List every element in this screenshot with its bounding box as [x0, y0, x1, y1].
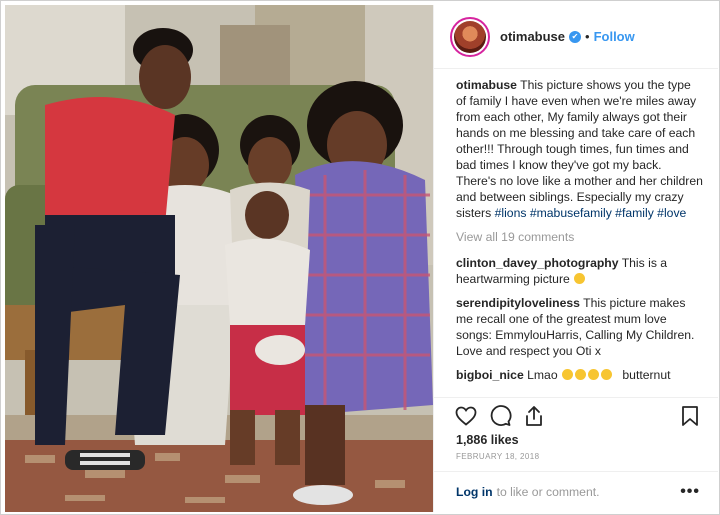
bookmark-icon[interactable] — [678, 404, 702, 428]
share-icon[interactable] — [522, 404, 546, 428]
avatar-image — [454, 20, 486, 53]
caption: otimabuse This picture shows you the typ… — [456, 77, 704, 221]
view-all-comments-link[interactable]: View all 19 comments — [456, 229, 704, 245]
caption-text: This picture shows you the type of famil… — [456, 78, 703, 220]
verified-badge-icon: ✔ — [569, 30, 582, 43]
login-footer: Log in to like or comment. ••• — [434, 471, 718, 512]
post-sidebar: otimabuse ✔ • Follow otimabuse This pict… — [433, 5, 718, 512]
heart-icon[interactable] — [454, 404, 478, 428]
likes-count[interactable]: 1,886 likes — [456, 433, 519, 447]
laugh-emoji-icon — [562, 369, 573, 380]
comment-username[interactable]: clinton_davey_photography — [456, 256, 619, 270]
comment-item: serendipityloveliness This picture makes… — [456, 295, 704, 359]
caption-hashtags[interactable]: #lions #mabusefamily #family #love — [495, 206, 687, 220]
laugh-emoji-icon — [575, 369, 586, 380]
header-separator: • — [585, 29, 590, 44]
family-photo-image — [5, 5, 433, 512]
post-photo[interactable] — [5, 5, 433, 512]
header-username[interactable]: otimabuse — [500, 29, 565, 44]
comment-username[interactable]: bigboi_nice — [456, 368, 524, 382]
comment-item: clinton_davey_photography This is a hear… — [456, 255, 704, 287]
action-bar — [434, 397, 718, 433]
comment-text-trail: butternut — [622, 368, 671, 382]
laugh-emoji-icon — [588, 369, 599, 380]
avatar[interactable] — [450, 16, 490, 57]
laugh-emoji-icon — [601, 369, 612, 380]
comment-item: bigboi_nice Lmao butternut — [456, 367, 704, 383]
more-options-icon[interactable]: ••• — [680, 483, 700, 501]
comments-list[interactable]: otimabuse This picture shows you the typ… — [434, 77, 718, 395]
post-header: otimabuse ✔ • Follow — [434, 5, 718, 69]
post-date: FEBRUARY 18, 2018 — [456, 452, 540, 461]
login-link[interactable]: Log in — [456, 485, 493, 499]
instagram-embed: otimabuse ✔ • Follow otimabuse This pict… — [0, 0, 720, 515]
comment-bubble-icon[interactable] — [488, 404, 512, 428]
caption-username[interactable]: otimabuse — [456, 78, 517, 92]
login-prompt-text: to like or comment. — [496, 485, 600, 499]
comment-username[interactable]: serendipityloveliness — [456, 296, 580, 310]
follow-button[interactable]: Follow — [594, 29, 635, 44]
comment-text: Lmao — [527, 368, 558, 382]
smile-emoji-icon — [574, 273, 586, 284]
